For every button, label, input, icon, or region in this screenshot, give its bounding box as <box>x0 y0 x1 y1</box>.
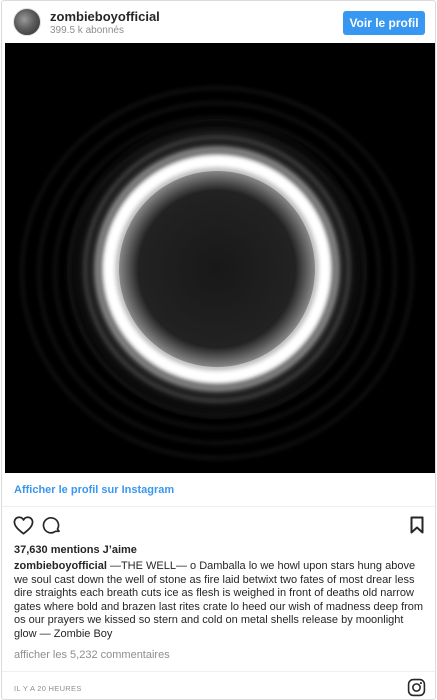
avatar[interactable] <box>13 8 41 36</box>
follower-count: 399.5 k abonnés <box>50 25 124 36</box>
view-comments-link[interactable]: afficher les 5,232 commentaires <box>14 649 170 661</box>
view-profile-link[interactable]: Afficher le profil sur Instagram <box>14 484 174 496</box>
divider <box>2 671 435 672</box>
bookmark-icon[interactable] <box>408 514 426 536</box>
post-timestamp[interactable]: IL Y A 20 HEURES <box>14 684 82 693</box>
view-profile-button[interactable]: Voir le profil <box>343 11 425 35</box>
comment-icon[interactable] <box>41 514 63 536</box>
instagram-embed-card: zombieboyofficial 399.5 k abonnés Voir l… <box>1 0 436 700</box>
like-count[interactable]: 37,630 mentions J’aime <box>14 544 137 556</box>
glowing-ring-image <box>5 43 435 473</box>
divider <box>2 506 435 507</box>
heart-icon[interactable] <box>12 514 34 536</box>
caption-username[interactable]: zombieboyofficial <box>14 560 107 572</box>
post-header: zombieboyofficial 399.5 k abonnés Voir l… <box>2 1 435 43</box>
username[interactable]: zombieboyofficial <box>50 9 160 24</box>
post-image[interactable] <box>5 43 435 473</box>
caption: zombieboyofficial —THE WELL— o Damballa … <box>14 560 426 642</box>
instagram-icon[interactable] <box>406 677 426 697</box>
